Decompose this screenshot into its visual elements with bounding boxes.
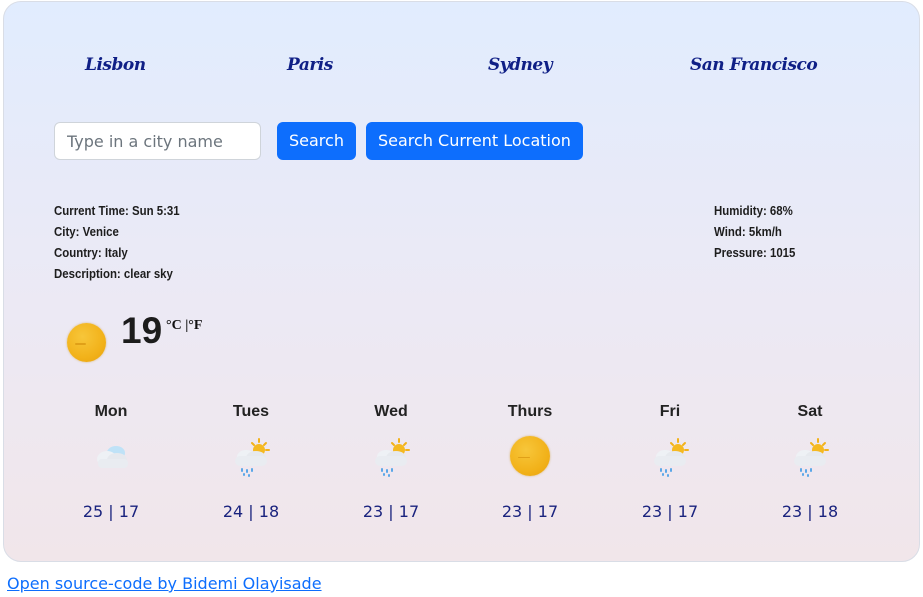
forecast-temps: 25 | 17 xyxy=(82,502,140,521)
city-link-sydney[interactable]: Sydney xyxy=(488,55,553,75)
sun-icon xyxy=(67,323,106,362)
current-time: Current Time: Sun 5:31 xyxy=(54,203,180,218)
current-conditions: Humidity: 68% Wind: 5km/h Pressure: 1015 xyxy=(714,200,795,263)
city-link-lisbon[interactable]: Lisbon xyxy=(85,55,146,75)
unit-toggle[interactable]: °C |°F xyxy=(166,318,202,334)
forecast-day-name: Thurs xyxy=(507,403,553,420)
forecast-day: Thurs 23 | 17 xyxy=(470,400,590,521)
forecast-temps: 23 | 17 xyxy=(641,502,699,521)
forecast-day: Wed 23 | 17 xyxy=(331,400,451,521)
forecast-day-name: Tues xyxy=(232,403,270,420)
current-details: Current Time: Sun 5:31 City: Venice Coun… xyxy=(54,200,180,284)
search-button[interactable]: Search xyxy=(277,122,356,160)
sun-cloud-rain-icon xyxy=(229,436,273,480)
city-link-paris[interactable]: Paris xyxy=(287,55,333,75)
sun-cloud-rain-icon xyxy=(788,436,832,480)
current-temperature: 19 xyxy=(121,310,163,351)
source-code-link[interactable]: Open source-code by Bidemi Olayisade xyxy=(7,574,322,593)
forecast-day-name: Sat xyxy=(797,403,823,420)
city-link-san-francisco[interactable]: San Francisco xyxy=(690,55,818,75)
city-search-input[interactable] xyxy=(54,122,261,160)
forecast-day: Fri 23 | 17 xyxy=(610,400,730,521)
current-location-button[interactable]: Search Current Location xyxy=(366,122,583,160)
sun-cloud-rain-icon xyxy=(648,436,692,480)
forecast-day: Tues 24 | 18 xyxy=(191,400,311,521)
forecast-temps: 24 | 18 xyxy=(222,502,280,521)
sun-icon xyxy=(508,436,552,480)
current-city: City: Venice xyxy=(54,224,119,239)
forecast-day-name: Mon xyxy=(94,403,128,420)
forecast-day: Sat 23 | 18 xyxy=(750,400,870,521)
forecast-temps: 23 | 17 xyxy=(501,502,559,521)
cloud-icon xyxy=(89,436,133,480)
forecast-day-name: Fri xyxy=(659,403,681,420)
current-country: Country: Italy xyxy=(54,245,128,260)
forecast-day: Mon 25 | 17 xyxy=(51,400,171,521)
forecast-temps: 23 | 17 xyxy=(362,502,420,521)
pressure: Pressure: 1015 xyxy=(714,245,796,260)
wind: Wind: 5km/h xyxy=(714,224,782,239)
forecast-day-name: Wed xyxy=(374,403,408,420)
current-description: Description: clear sky xyxy=(54,266,173,281)
forecast-temps: 23 | 18 xyxy=(781,502,839,521)
humidity: Humidity: 68% xyxy=(714,203,793,218)
sun-cloud-rain-icon xyxy=(369,436,413,480)
